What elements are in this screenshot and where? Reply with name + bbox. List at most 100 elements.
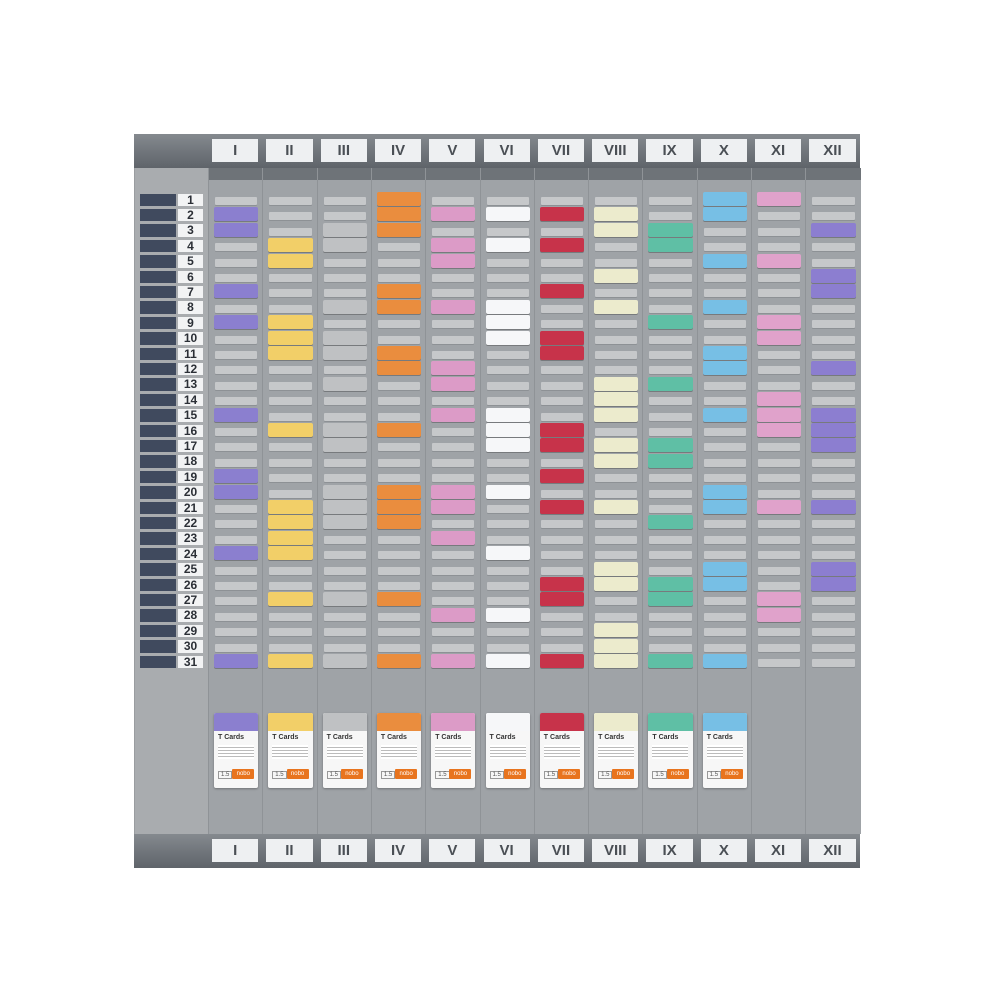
t-card[interactable] [539, 500, 585, 514]
t-card[interactable] [757, 192, 802, 206]
t-card[interactable] [268, 500, 313, 514]
t-card[interactable] [376, 515, 422, 530]
t-card[interactable] [376, 207, 422, 222]
t-card[interactable] [485, 238, 530, 253]
t-card[interactable] [485, 654, 530, 668]
t-card[interactable] [376, 423, 422, 437]
t-card[interactable] [811, 423, 856, 437]
t-card[interactable] [376, 484, 422, 499]
t-card-box[interactable]: T Cards 1.5 nobo [214, 713, 259, 788]
t-card[interactable] [485, 423, 530, 437]
t-card[interactable] [539, 346, 585, 360]
t-card[interactable] [376, 192, 422, 206]
t-card[interactable] [431, 654, 476, 668]
t-card-box[interactable]: T Cards 1.5 nobo [702, 713, 747, 788]
t-card[interactable] [811, 561, 856, 576]
t-card-box[interactable]: T Cards 1.5 nobo [322, 713, 367, 788]
t-card[interactable] [322, 484, 367, 499]
t-card[interactable] [539, 438, 585, 453]
t-card-box[interactable]: T Cards 1.5 nobo [485, 713, 530, 788]
t-card[interactable] [322, 654, 367, 668]
t-card-box[interactable]: T Cards 1.5 nobo [648, 713, 693, 788]
t-card[interactable] [485, 407, 530, 422]
t-card[interactable] [648, 577, 693, 591]
t-card[interactable] [214, 407, 259, 422]
t-card[interactable] [702, 361, 747, 376]
t-card[interactable] [268, 592, 313, 607]
t-card[interactable] [594, 299, 639, 314]
t-card[interactable] [268, 654, 313, 668]
t-card[interactable] [431, 500, 476, 514]
t-card[interactable] [268, 253, 313, 268]
t-card[interactable] [268, 530, 313, 545]
t-card[interactable] [431, 484, 476, 499]
t-card[interactable] [268, 423, 313, 437]
t-card[interactable] [594, 638, 639, 653]
t-card[interactable] [485, 607, 530, 622]
t-card[interactable] [485, 484, 530, 499]
t-card[interactable] [702, 484, 747, 499]
t-card[interactable] [594, 207, 639, 222]
t-card[interactable] [702, 561, 747, 576]
t-card[interactable] [322, 222, 367, 237]
t-card[interactable] [757, 315, 802, 330]
t-card[interactable] [811, 269, 856, 283]
t-card[interactable] [757, 407, 802, 422]
t-card[interactable] [376, 284, 422, 299]
t-card[interactable] [594, 407, 639, 422]
t-card[interactable] [214, 222, 259, 237]
t-card[interactable] [431, 238, 476, 253]
t-card[interactable] [322, 515, 367, 530]
t-card[interactable] [431, 253, 476, 268]
t-card[interactable] [594, 500, 639, 514]
t-card[interactable] [485, 315, 530, 330]
t-card[interactable] [539, 654, 585, 668]
t-card[interactable] [594, 438, 639, 453]
t-card[interactable] [702, 500, 747, 514]
t-card[interactable] [648, 654, 693, 668]
t-card-box[interactable]: T Cards 1.5 nobo [539, 713, 585, 788]
t-card[interactable] [811, 577, 856, 591]
t-card[interactable] [594, 222, 639, 237]
t-card[interactable] [214, 484, 259, 499]
t-card[interactable] [757, 423, 802, 437]
t-card[interactable] [757, 330, 802, 345]
t-card[interactable] [214, 654, 259, 668]
t-card[interactable] [702, 346, 747, 360]
t-card[interactable] [376, 346, 422, 360]
t-card[interactable] [648, 315, 693, 330]
t-card[interactable] [268, 330, 313, 345]
t-card[interactable] [431, 607, 476, 622]
t-card[interactable] [648, 515, 693, 530]
t-card[interactable] [376, 361, 422, 376]
t-card[interactable] [648, 222, 693, 237]
t-card[interactable] [702, 299, 747, 314]
t-card-box[interactable]: T Cards 1.5 nobo [268, 713, 313, 788]
t-card[interactable] [539, 207, 585, 222]
t-card[interactable] [539, 469, 585, 484]
t-card-box[interactable]: T Cards 1.5 nobo [594, 713, 639, 788]
t-card[interactable] [322, 346, 367, 360]
t-card[interactable] [485, 546, 530, 561]
t-card[interactable] [539, 592, 585, 607]
t-card[interactable] [539, 330, 585, 345]
t-card[interactable] [594, 654, 639, 668]
t-card[interactable] [322, 330, 367, 345]
t-card[interactable] [322, 376, 367, 391]
t-card[interactable] [702, 207, 747, 222]
t-card[interactable] [648, 592, 693, 607]
t-card[interactable] [376, 654, 422, 668]
t-card[interactable] [811, 284, 856, 299]
t-card[interactable] [594, 376, 639, 391]
t-card[interactable] [431, 407, 476, 422]
t-card[interactable] [431, 299, 476, 314]
t-card[interactable] [757, 607, 802, 622]
t-card[interactable] [376, 500, 422, 514]
t-card[interactable] [376, 222, 422, 237]
t-card[interactable] [214, 284, 259, 299]
t-card[interactable] [268, 515, 313, 530]
t-card[interactable] [594, 561, 639, 576]
t-card[interactable] [594, 392, 639, 407]
t-card[interactable] [322, 592, 367, 607]
t-card[interactable] [268, 315, 313, 330]
